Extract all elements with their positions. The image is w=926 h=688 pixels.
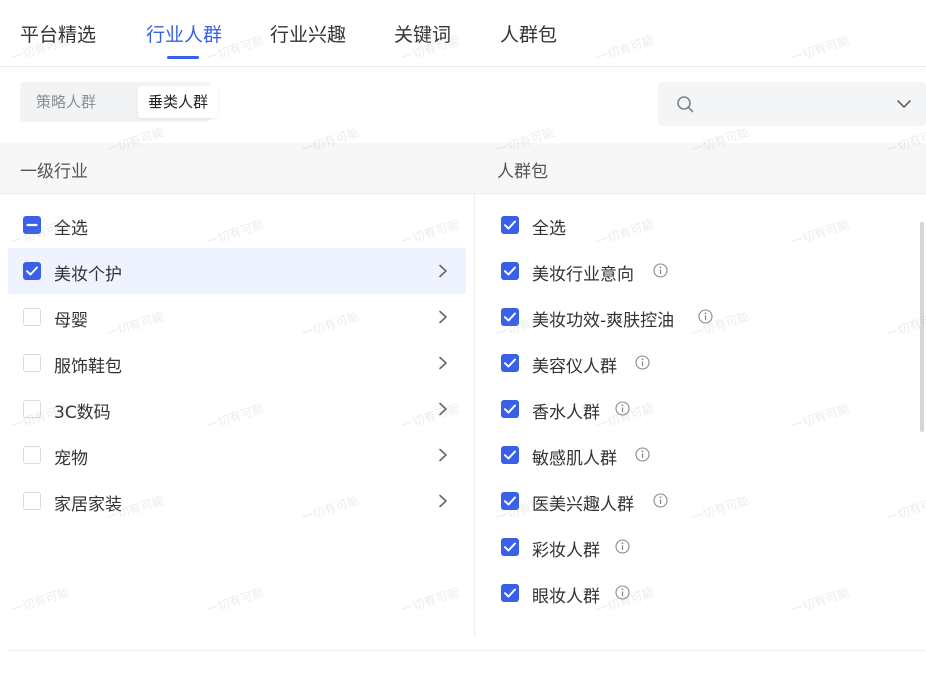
tab-platform-picks[interactable]: 平台精选 <box>20 20 96 47</box>
checkbox-empty-icon[interactable] <box>23 446 41 464</box>
audience-item[interactable]: 美容仪人群 <box>490 340 910 386</box>
checkbox-empty-icon[interactable] <box>23 354 41 372</box>
tab-keywords[interactable]: 关键词 <box>394 20 451 47</box>
right-list-scrollbar[interactable] <box>920 222 924 432</box>
audience-item[interactable]: 美妆功效-爽肤控油 <box>490 294 910 340</box>
audience-type-switch: 策略人群 垂类人群 <box>20 82 219 122</box>
checkbox-checked-icon[interactable] <box>501 492 519 510</box>
audience-item[interactable]: 香水人群 <box>490 386 910 432</box>
column-divider <box>474 193 475 636</box>
left-select-all-row[interactable]: 全选 <box>8 202 466 248</box>
chevron-right-icon <box>439 402 447 416</box>
audience-item-label: 彩妆人群 <box>532 541 600 561</box>
left-column-title: 一级行业 <box>20 162 88 182</box>
info-icon[interactable] <box>698 309 713 324</box>
watermark-text: 一切有可能 <box>9 585 71 617</box>
chevron-down-icon[interactable] <box>896 96 912 112</box>
audience-item-label: 医美兴趣人群 <box>532 495 634 515</box>
watermark-text: 一切有可能 <box>399 585 461 617</box>
industry-item-label: 3C数码 <box>54 403 111 423</box>
right-select-all-row[interactable]: 全选 <box>490 202 910 248</box>
audience-item-partial[interactable] <box>490 616 910 630</box>
column-header-bar <box>0 143 926 194</box>
audience-item[interactable]: 敏感肌人群 <box>490 432 910 478</box>
info-icon[interactable] <box>635 355 650 370</box>
industry-item-label: 美妆个护 <box>54 265 122 285</box>
audience-item[interactable]: 美妆行业意向 <box>490 248 910 294</box>
partial-checkbox-icon[interactable] <box>23 216 41 234</box>
industry-item-label: 母婴 <box>54 311 88 331</box>
checkbox-checked-icon[interactable] <box>23 262 41 280</box>
audience-item-label: 美妆功效-爽肤控油 <box>532 311 675 331</box>
audience-item-label: 美妆行业意向 <box>532 265 634 285</box>
industry-item[interactable]: 服饰鞋包 <box>8 340 466 386</box>
audience-item-label: 敏感肌人群 <box>532 449 617 469</box>
audience-item[interactable]: 彩妆人群 <box>490 524 910 570</box>
info-icon[interactable] <box>653 263 668 278</box>
watermark-text: 一切有可能 <box>204 585 266 617</box>
audience-item[interactable]: 眼妆人群 <box>490 570 910 616</box>
industry-item[interactable]: 3C数码 <box>8 386 466 432</box>
checkbox-checked-icon[interactable] <box>501 446 519 464</box>
industry-item[interactable]: 母婴 <box>8 294 466 340</box>
industry-item-label: 家居家装 <box>54 495 122 515</box>
checkbox-checked-icon[interactable] <box>501 216 519 234</box>
segment-vertical-audience[interactable]: 垂类人群 <box>138 86 219 118</box>
active-tab-indicator <box>167 56 199 59</box>
search-box[interactable] <box>658 82 926 126</box>
info-icon[interactable] <box>615 539 630 554</box>
checkbox-checked-icon[interactable] <box>501 354 519 372</box>
chevron-right-icon <box>439 264 447 278</box>
audience-item-label: 美容仪人群 <box>532 357 617 377</box>
audience-item-label: 眼妆人群 <box>532 587 600 607</box>
tab-audience-package[interactable]: 人群包 <box>500 20 557 47</box>
bottom-divider <box>8 650 926 651</box>
info-icon[interactable] <box>635 447 650 462</box>
checkbox-checked-icon[interactable] <box>501 262 519 280</box>
search-icon <box>677 96 694 113</box>
industry-item-label: 服饰鞋包 <box>54 357 122 377</box>
info-icon[interactable] <box>615 401 630 416</box>
industry-item[interactable]: 家居家装 <box>8 478 466 524</box>
industry-item[interactable]: 美妆个护 <box>8 248 466 294</box>
segment-strategy-audience[interactable]: 策略人群 <box>26 86 106 118</box>
chevron-right-icon <box>439 310 447 324</box>
audience-item[interactable]: 医美兴趣人群 <box>490 478 910 524</box>
checkbox-checked-icon[interactable] <box>501 584 519 602</box>
chevron-right-icon <box>439 494 447 508</box>
industry-item-label: 宠物 <box>54 449 88 469</box>
audience-item-label: 香水人群 <box>532 403 600 423</box>
checkbox-checked-icon[interactable] <box>501 308 519 326</box>
checkbox-empty-icon[interactable] <box>23 308 41 326</box>
checkbox-empty-icon[interactable] <box>23 492 41 510</box>
info-icon[interactable] <box>615 585 630 600</box>
right-select-all-label: 全选 <box>532 219 566 239</box>
right-column-title: 人群包 <box>497 162 548 182</box>
industry-item[interactable]: 宠物 <box>8 432 466 478</box>
search-input[interactable] <box>704 92 878 118</box>
tab-industry-audience[interactable]: 行业人群 <box>146 20 222 47</box>
tab-bar: 平台精选 行业人群 行业兴趣 关键词 人群包 <box>0 0 926 67</box>
left-select-all-label: 全选 <box>54 219 88 239</box>
checkbox-empty-icon[interactable] <box>23 400 41 418</box>
checkbox-checked-icon[interactable] <box>501 400 519 418</box>
checkbox-checked-icon[interactable] <box>501 538 519 556</box>
tab-industry-interest[interactable]: 行业兴趣 <box>270 20 346 47</box>
chevron-right-icon <box>439 356 447 370</box>
info-icon[interactable] <box>653 493 668 508</box>
chevron-right-icon <box>439 448 447 462</box>
